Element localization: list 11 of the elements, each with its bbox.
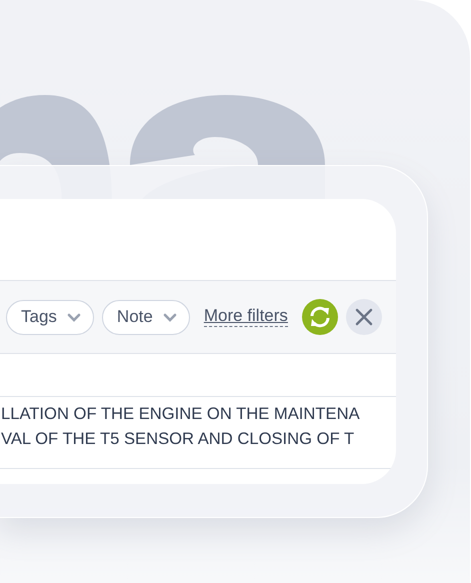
chevron-icon: [66, 312, 81, 322]
refresh-icon: [308, 305, 332, 329]
close-icon: [354, 308, 373, 326]
description-text: VAL OF THE T5 SENSOR AND CLOSING OF T: [1, 428, 354, 450]
description-text: LLATION OF THE ENGINE ON THE MAINTENA: [1, 403, 360, 425]
close-button[interactable]: [346, 299, 382, 335]
more-filters-link[interactable]: More filters: [204, 307, 288, 327]
refresh-button[interactable]: [302, 299, 338, 335]
filter-dropdown[interactable]: Note: [102, 300, 190, 334]
chevron-icon: [162, 312, 177, 322]
filter-dropdown[interactable]: Tags: [6, 300, 94, 334]
